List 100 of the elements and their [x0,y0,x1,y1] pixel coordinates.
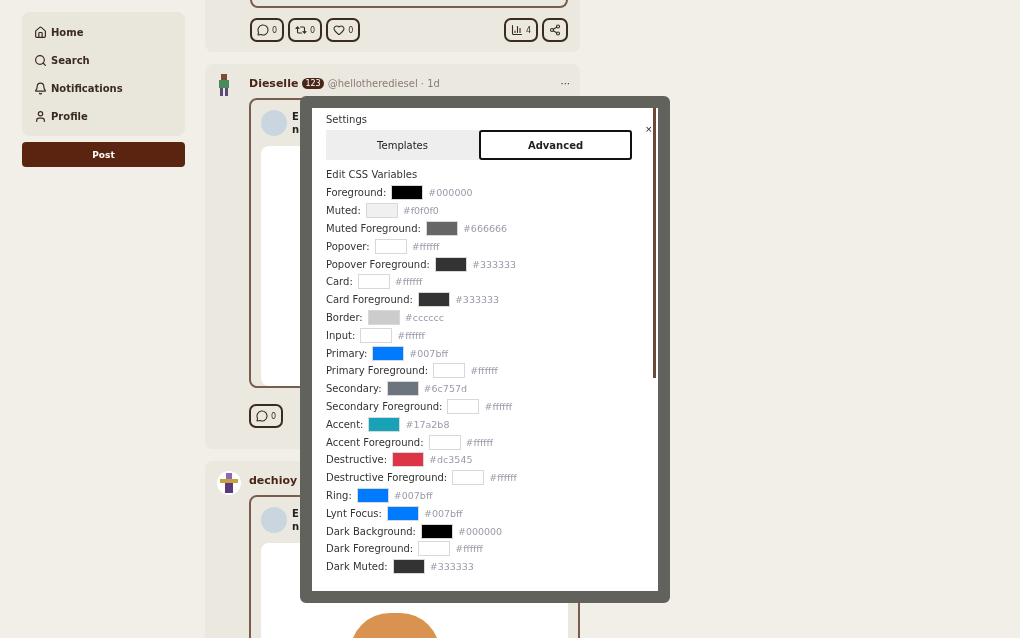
color-swatch[interactable] [452,470,485,486]
color-swatch[interactable] [417,292,450,308]
variable-label: Destructive: [326,454,388,466]
hex-value: #333333 [429,561,474,573]
variable-label: Ring: [326,489,352,501]
hex-value: #333333 [454,294,500,306]
color-swatch[interactable] [418,541,451,557]
quoted-handle: n [292,123,300,136]
author-name: Dieselle [249,76,299,90]
hex-value: #6c757d [423,383,467,395]
hex-value: #666666 [462,223,508,234]
hex-value: #ffffff [455,543,483,555]
variable-label: Dark Background: [326,525,416,537]
variable-label: Secondary: [326,383,382,395]
variable-label: Muted Foreground: [326,223,421,234]
color-swatch[interactable] [447,398,480,414]
comment-button[interactable]: 0 [249,404,284,428]
share-icon [549,24,561,36]
repost-button[interactable]: 0 [288,18,323,42]
color-swatch[interactable] [368,416,401,432]
quoted-author: E [292,507,300,520]
avatar [261,110,287,136]
hex-value: #007bff [409,347,448,359]
variable-label: Dark Muted: [326,561,388,573]
more-menu[interactable]: ··· [560,77,570,89]
hex-value: #007bff [393,489,433,501]
hex-value: #cccccc [404,311,445,323]
nav-link[interactable]: Home [34,20,173,44]
author-name: dechioy [249,473,298,487]
nav-link[interactable]: Notifications [34,76,173,100]
like-button[interactable]: 0 [326,18,361,42]
color-swatch[interactable] [367,309,400,325]
share-button[interactable] [542,18,568,42]
variable-label: Card: [326,276,353,288]
nav-link[interactable]: Search [34,48,173,72]
variable-label: Popover Foreground: [326,258,430,270]
color-swatch[interactable] [392,452,425,468]
variable-label: Primary: [326,347,368,359]
color-swatch[interactable] [365,203,398,219]
color-swatch[interactable] [433,363,466,379]
comment-icon [257,24,269,36]
quoted-author: E [292,110,300,123]
level-badge: 123 [302,77,324,89]
hex-value: #000000 [457,525,503,537]
hex-value: #007bff [423,507,463,519]
avatar [261,507,287,533]
color-swatch[interactable] [374,238,407,254]
pixel-character-icon [217,74,231,96]
repost-icon [295,24,308,36]
post-button[interactable]: Post [22,142,185,167]
color-swatch[interactable] [357,274,390,290]
hex-value: #ffffff [470,365,498,377]
comment-button[interactable]: 0 [250,18,285,42]
color-swatch[interactable] [391,185,424,201]
nav-link[interactable]: Profile [34,104,173,128]
variable-label: Input: [326,329,356,341]
hex-value: #f0f0f0 [402,205,439,217]
hex-value: #333333 [471,258,517,270]
variable-label: Card Foreground: [326,294,413,306]
color-swatch[interactable] [420,523,453,539]
variable-label: Accent Foreground: [326,436,424,448]
bar-chart-icon [510,24,523,36]
color-swatch[interactable] [386,381,419,397]
variable-label: Foreground: [326,187,387,199]
variable-label: Muted: [326,205,361,217]
variable-label: Popover: [326,240,370,252]
comment-icon [256,410,268,422]
hex-value: #ffffff [411,240,440,252]
variable-label: Dark Foreground: [326,543,414,555]
quoted-handle: n [292,520,300,533]
color-swatch[interactable] [434,256,467,272]
color-swatch[interactable] [356,487,389,503]
variable-label: Border: [326,311,363,323]
hex-value: #ffffff [484,400,513,412]
tab[interactable]: Advanced [479,130,632,160]
hex-value: #ffffff [397,329,425,341]
color-swatch[interactable] [392,559,425,575]
color-swatch[interactable] [428,434,461,450]
color-swatch[interactable] [425,221,458,236]
color-swatch[interactable] [386,505,419,521]
dialog-title: Settings [326,114,368,127]
hex-value: #dc3545 [429,454,473,466]
views-button[interactable]: 4 [503,18,538,42]
search-icon [34,53,47,67]
bell-icon [34,81,47,95]
variable-label: Secondary Foreground: [326,400,443,412]
variable-label: Primary Foreground: [326,365,429,377]
variable-label: Destructive Foreground: [326,472,448,484]
scrollbar-thumb[interactable] [653,108,656,378]
author-handle: @hellotherediesel · 1d [327,77,440,89]
color-swatch[interactable] [372,345,405,361]
hex-value: #ffffff [394,276,423,288]
user-icon [34,109,47,123]
close-button[interactable]: × [645,124,652,135]
color-swatch[interactable] [360,327,393,343]
home-icon [34,25,47,39]
hex-value: #17a2b8 [405,418,450,430]
hex-value: #ffffff [465,436,494,448]
variable-label: Lynt Focus: [326,507,382,519]
tab[interactable]: Templates [326,130,479,160]
